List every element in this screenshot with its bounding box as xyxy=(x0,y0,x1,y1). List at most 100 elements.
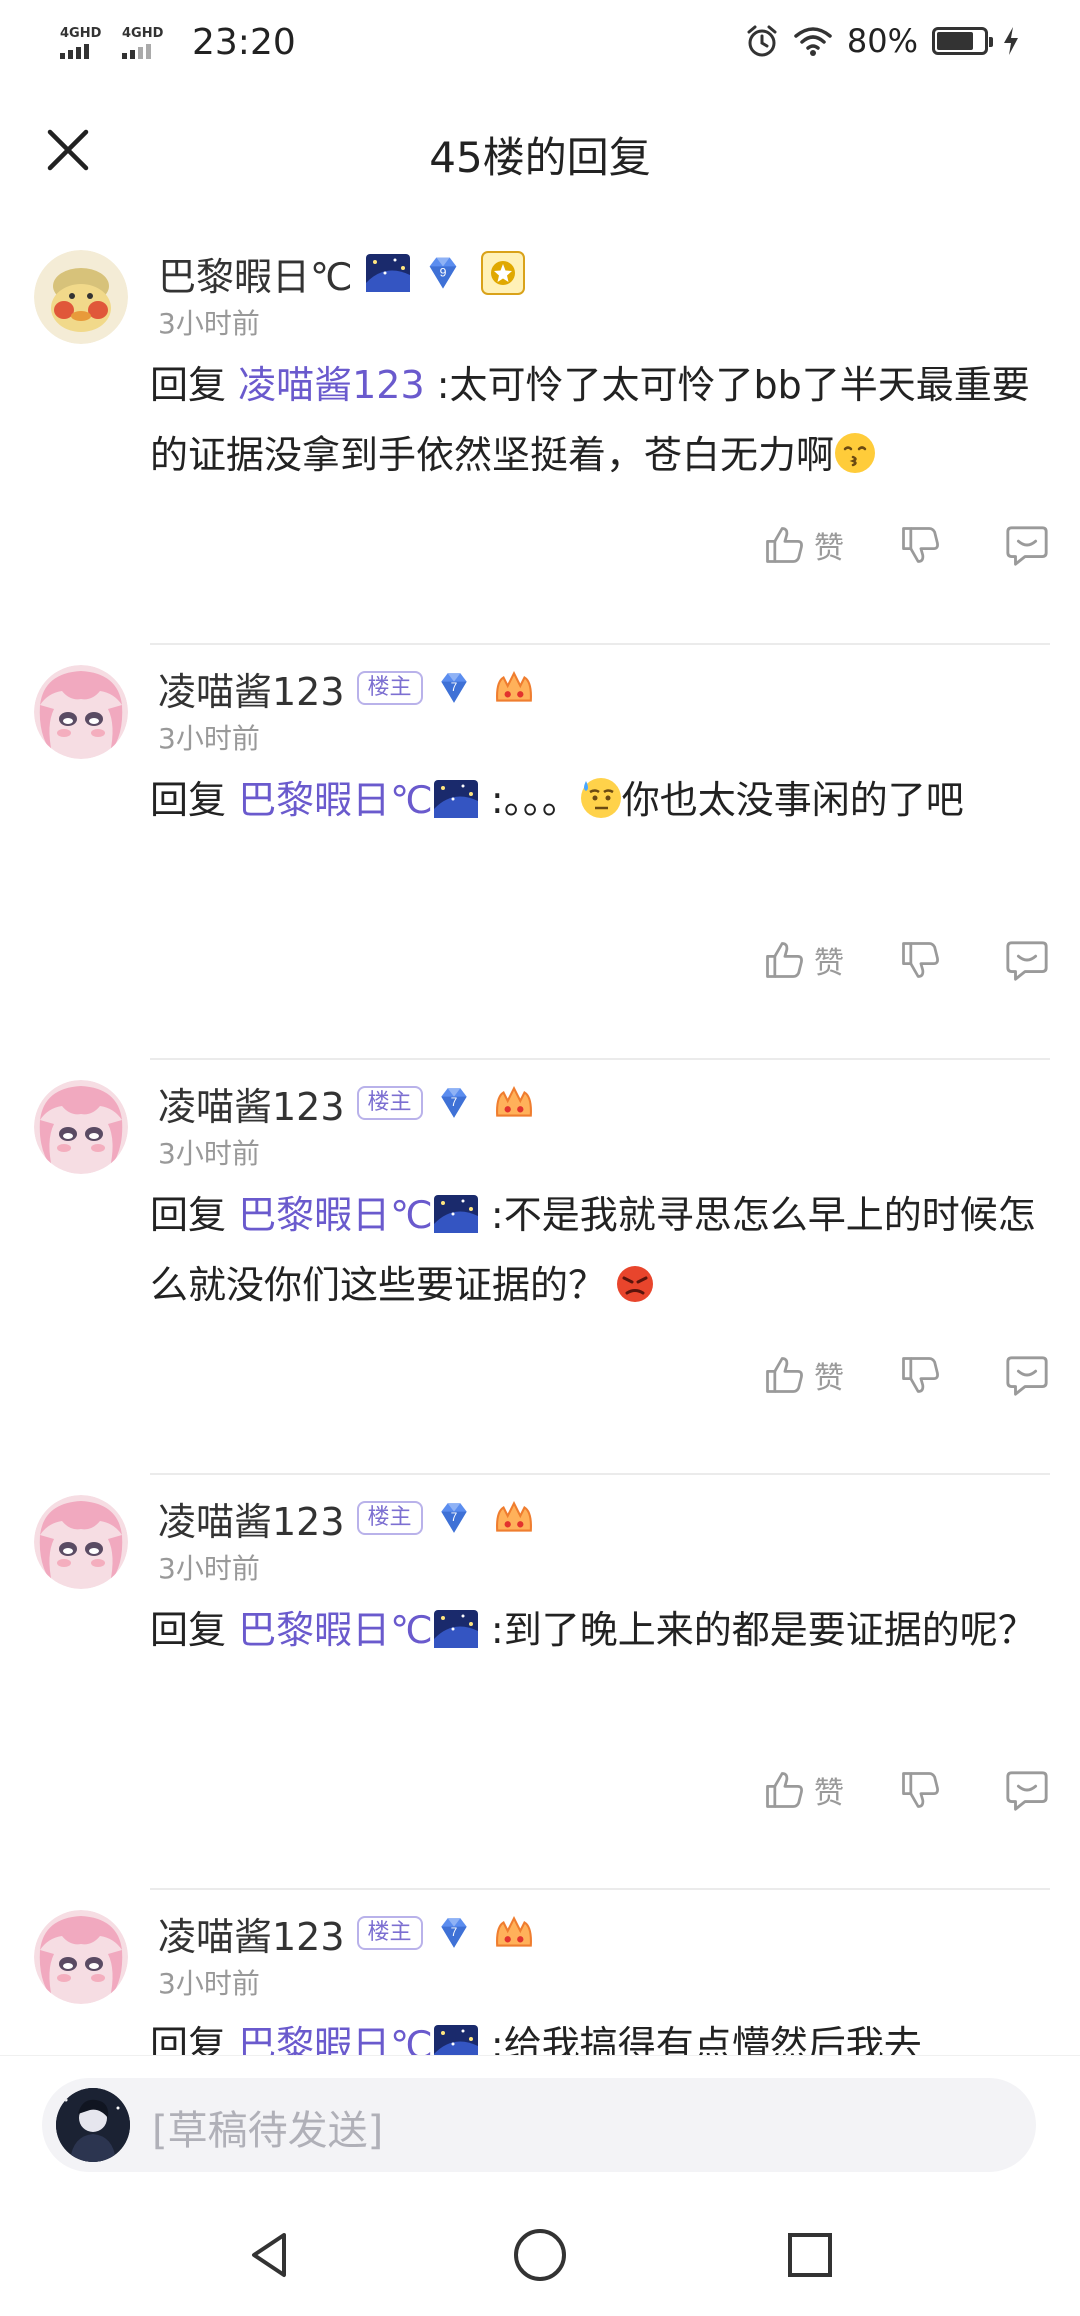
system-nav-bar xyxy=(0,2195,1080,2316)
host-badge: 楼主 xyxy=(356,671,423,705)
charging-icon xyxy=(1004,27,1018,55)
avatar[interactable] xyxy=(34,1495,128,1589)
night-sky-icon xyxy=(365,253,411,293)
mention-link[interactable]: 巴黎暇日℃ xyxy=(238,1193,433,1237)
mention-link[interactable]: 巴黎暇日℃ xyxy=(238,1608,433,1652)
angry-emoji-icon xyxy=(614,1262,656,1304)
timestamp: 3小时前 xyxy=(158,1137,260,1170)
level-badge-icon: 7 xyxy=(435,669,473,707)
list-item: 凌喵酱123 楼主 7 3小时前 回复 巴黎暇日℃ :。。。 你也太没事闲的了吧 … xyxy=(0,645,1080,1060)
like-button[interactable]: 赞 xyxy=(762,1353,844,1397)
my-avatar[interactable] xyxy=(56,2088,130,2162)
avatar[interactable] xyxy=(34,250,128,344)
recents-square-icon[interactable] xyxy=(780,2225,840,2285)
host-badge: 楼主 xyxy=(356,1086,423,1120)
svg-text:7: 7 xyxy=(450,1096,456,1109)
wifi-icon xyxy=(794,27,832,56)
level-badge-icon: 7 xyxy=(435,1084,473,1122)
night-sky-icon xyxy=(433,1194,479,1234)
thumbs-up-icon xyxy=(762,1353,806,1397)
level-badge-icon: 7 xyxy=(435,1914,473,1952)
svg-text:9: 9 xyxy=(439,265,446,279)
crown-icon xyxy=(493,1914,535,1952)
reply-bubble-icon[interactable] xyxy=(1004,1352,1050,1398)
thumbs-down-icon[interactable] xyxy=(898,523,942,567)
like-button[interactable]: 赞 xyxy=(762,1768,844,1812)
reply-prefix: 回复 xyxy=(150,1193,227,1237)
mention-link[interactable]: 巴黎暇日℃ xyxy=(238,778,433,822)
home-circle-icon[interactable] xyxy=(510,2225,570,2285)
thumbs-down-icon[interactable] xyxy=(898,1353,942,1397)
crown-icon xyxy=(493,1084,535,1122)
timestamp: 3小时前 xyxy=(158,307,260,340)
timestamp: 3小时前 xyxy=(158,722,260,755)
host-badge: 楼主 xyxy=(356,1501,423,1535)
like-button[interactable]: 赞 xyxy=(762,523,844,567)
kissing-emoji-icon xyxy=(834,432,876,474)
username[interactable]: 凌喵酱123 xyxy=(158,661,345,716)
reply-input[interactable]: [草稿待发送] xyxy=(42,2078,1036,2172)
like-label: 赞 xyxy=(814,1361,844,1396)
signal-icon: 4GHD xyxy=(60,26,112,59)
status-bar: 4GHD 4GHD 23:20 80% xyxy=(0,0,1080,86)
username[interactable]: 巴黎暇日℃ xyxy=(158,246,353,301)
svg-text:7: 7 xyxy=(450,681,456,694)
thumbs-up-icon xyxy=(762,938,806,982)
signal-icon: 4GHD xyxy=(122,26,174,59)
reply-prefix: 回复 xyxy=(150,363,227,407)
thumbs-down-icon[interactable] xyxy=(898,1768,942,1812)
host-badge: 楼主 xyxy=(356,1916,423,1950)
avatar[interactable] xyxy=(34,1080,128,1174)
username[interactable]: 凌喵酱123 xyxy=(158,1491,345,1546)
sweat-emoji-icon xyxy=(580,777,622,819)
list-item: 凌喵酱123 楼主 7 3小时前 回复 巴黎暇日℃ :给我搞得有点懵然后我去 xyxy=(0,1890,1080,2055)
comment-text: 回复 巴黎暇日℃ :给我搞得有点懵然后我去 xyxy=(150,2010,1050,2055)
mention-link[interactable]: 巴黎暇日℃ xyxy=(238,2023,433,2055)
thumbs-down-icon[interactable] xyxy=(898,938,942,982)
thumbs-up-icon xyxy=(762,523,806,567)
reply-bubble-icon[interactable] xyxy=(1004,522,1050,568)
battery-icon xyxy=(932,27,993,55)
clock: 23:20 xyxy=(192,22,296,63)
timestamp: 3小时前 xyxy=(158,1967,260,2000)
timestamp: 3小时前 xyxy=(158,1552,260,1585)
medal-icon xyxy=(481,251,525,295)
comment-text: 回复 凌喵酱123 :太可怜了太可怜了bb了半天最重要的证据没拿到手依然坚挺着，… xyxy=(150,350,1050,490)
night-sky-icon xyxy=(433,2024,479,2055)
avatar[interactable] xyxy=(34,665,128,759)
reply-placeholder: [草稿待发送] xyxy=(152,2108,384,2154)
avatar[interactable] xyxy=(34,1910,128,2004)
night-sky-icon xyxy=(433,779,479,819)
reply-composer: [草稿待发送] xyxy=(0,2055,1080,2196)
username[interactable]: 凌喵酱123 xyxy=(158,1076,345,1131)
page-title: 45楼的回复 xyxy=(429,133,651,182)
thumbs-up-icon xyxy=(762,1768,806,1812)
level-badge-icon: 7 xyxy=(435,1499,473,1537)
comment-text: 回复 巴黎暇日℃ :到了晚上来的都是要证据的呢？ xyxy=(150,1595,1050,1665)
list-item: 凌喵酱123 楼主 7 3小时前 回复 巴黎暇日℃ :不是我就寻思怎么早上的时候… xyxy=(0,1060,1080,1475)
comment-body: :。。。 xyxy=(490,778,580,822)
like-label: 赞 xyxy=(814,531,844,566)
reply-list[interactable]: 巴黎暇日℃ 9 3小时前 回复 凌喵酱123 :太可怜了太可怜了bb了半天最重要… xyxy=(0,230,1080,2055)
comment-body-end: 你也太没事闲的了吧 xyxy=(621,778,964,822)
username[interactable]: 凌喵酱123 xyxy=(158,1906,345,1961)
reply-prefix: 回复 xyxy=(150,1608,227,1652)
svg-text:7: 7 xyxy=(450,1926,456,1939)
like-label: 赞 xyxy=(814,1776,844,1811)
like-button[interactable]: 赞 xyxy=(762,938,844,982)
reply-bubble-icon[interactable] xyxy=(1004,1767,1050,1813)
comment-body: :给我搞得有点懵然后我去 xyxy=(490,2023,922,2055)
back-triangle-icon[interactable] xyxy=(240,2225,300,2285)
svg-text:7: 7 xyxy=(450,1511,456,1524)
reply-prefix: 回复 xyxy=(150,778,227,822)
list-item: 巴黎暇日℃ 9 3小时前 回复 凌喵酱123 :太可怜了太可怜了bb了半天最重要… xyxy=(0,230,1080,645)
mention-link[interactable]: 凌喵酱123 xyxy=(238,363,425,407)
list-item: 凌喵酱123 楼主 7 3小时前 回复 巴黎暇日℃ :到了晚上来的都是要证据的呢… xyxy=(0,1475,1080,1890)
level-badge-icon: 9 xyxy=(423,253,463,293)
comment-text: 回复 巴黎暇日℃ :不是我就寻思怎么早上的时候怎么就没你们这些要证据的？ xyxy=(150,1180,1050,1320)
reply-prefix: 回复 xyxy=(150,2023,227,2055)
reply-bubble-icon[interactable] xyxy=(1004,937,1050,983)
night-sky-icon xyxy=(433,1609,479,1649)
alarm-icon xyxy=(747,25,777,57)
crown-icon xyxy=(493,669,535,707)
